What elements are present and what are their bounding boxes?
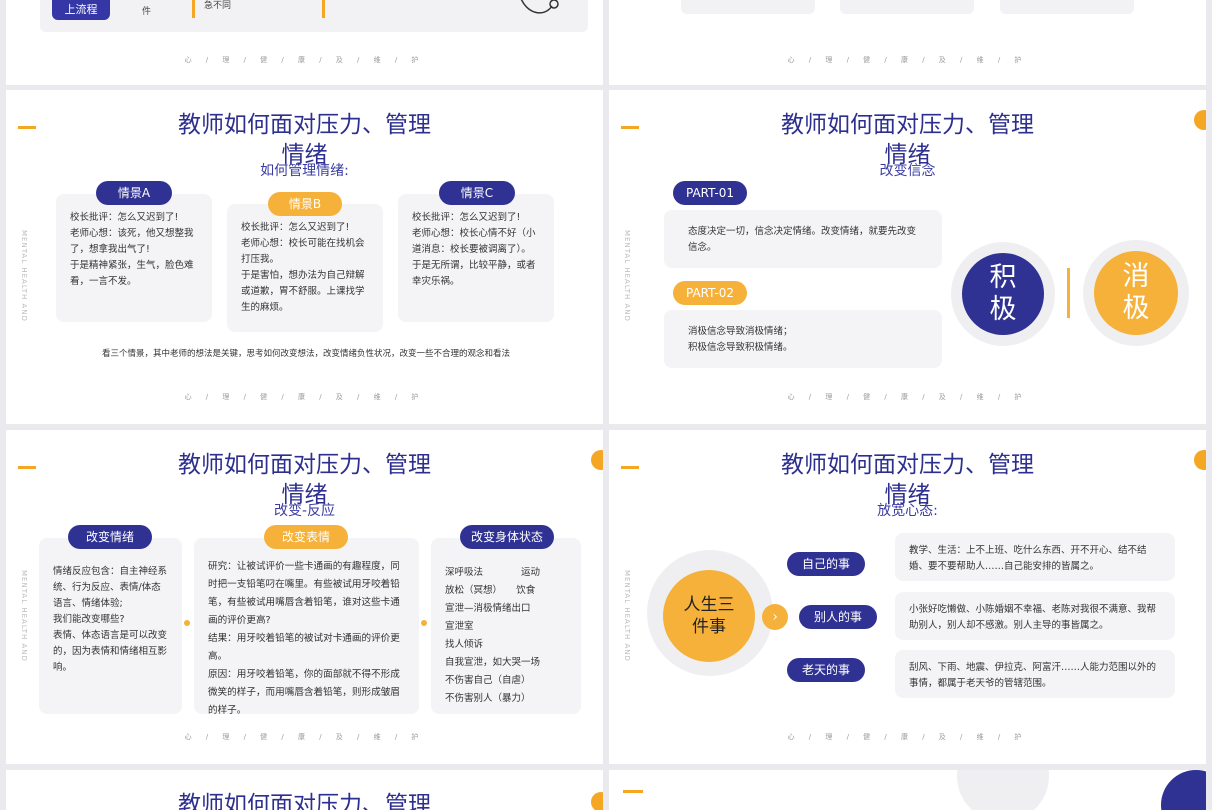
change-body-card: 深呼吸法 运动 放松（冥想） 饮食 宣泄—消极情绪出口 宣泄室 找人倾诉 自我宣… bbox=[431, 538, 581, 714]
top-card bbox=[1000, 0, 1134, 14]
others-affairs-pill: 别人的事 bbox=[799, 605, 877, 629]
slide-title: 教师如何面对压力、管理 bbox=[178, 792, 431, 810]
part-02-pill: PART-02 bbox=[673, 281, 747, 305]
part-02-card: 消极信念导致消极情绪； 积极信念导致积极情绪。 bbox=[664, 310, 942, 368]
slide-subtitle: 放宽心态: bbox=[877, 503, 938, 519]
slide-broaden-mind: 教师如何面对压力、管理 情绪 放宽心态: MENTAL HEALTH AND 人生… bbox=[609, 430, 1206, 764]
deco-bar bbox=[623, 790, 643, 793]
deco-circle bbox=[1161, 770, 1206, 810]
top-panel bbox=[40, 0, 588, 32]
watermark: MENTAL HEALTH AND bbox=[623, 230, 631, 322]
positive-circle: 积极 bbox=[962, 253, 1044, 335]
scenario-card-b: 校长批评：怎么又迟到了! 老师心想：校长可能在找机会打压我。 于是害怕，想办法为… bbox=[227, 204, 383, 332]
dot bbox=[421, 620, 427, 626]
change-expression-pill: 改变表情 bbox=[264, 525, 348, 549]
scenario-c-pill: 情景C bbox=[439, 181, 515, 205]
own-affairs-card: 教学、生活：上不上班、吃什么东西、开不开心、结不结婚、要不要帮助人……自己能安排… bbox=[895, 533, 1175, 581]
part-01-pill: PART-01 bbox=[673, 181, 747, 205]
dot bbox=[184, 620, 190, 626]
ring bbox=[957, 770, 1049, 810]
chevron-right-icon: › bbox=[762, 604, 788, 630]
divider bbox=[1067, 268, 1070, 318]
footer: 心 / 理 / 健 / 康 / 及 / 维 / 护 bbox=[184, 393, 425, 401]
life-three-things-circle: 人生三件事 bbox=[663, 570, 755, 662]
divider bbox=[322, 0, 325, 18]
heaven-affairs-pill: 老天的事 bbox=[787, 658, 865, 682]
watermark: MENTAL HEALTH AND bbox=[20, 230, 28, 322]
scenario-a-pill: 情景A bbox=[96, 181, 172, 205]
change-expression-card: 研究：让被试评价一些卡通画的有趣程度，同时把一支铅笔叼在嘴里。有些被试用牙咬着铅… bbox=[194, 538, 419, 716]
watermark: MENTAL HEALTH AND bbox=[623, 570, 631, 662]
divider bbox=[192, 0, 195, 18]
footer: 心 / 理 / 健 / 康 / 及 / 维 / 护 bbox=[787, 733, 1028, 741]
flow-button-label: 上流程 bbox=[64, 3, 98, 16]
scenario-b-pill: 情景B bbox=[268, 192, 342, 216]
scenario-card-a: 校长批评：怎么又迟到了! 老师心想：该死，他又想整我了，想拿我出气了! 于是精神… bbox=[56, 194, 212, 322]
negative-circle: 消极 bbox=[1094, 251, 1178, 335]
slide-subtitle: 改变-反应 bbox=[273, 503, 336, 519]
top-card bbox=[681, 0, 815, 14]
watermark: MENTAL HEALTH AND bbox=[20, 570, 28, 662]
top-card bbox=[840, 0, 974, 14]
change-emotion-card: 情绪反应包含：自主神经系统、行为反应、表情/体态语言、情绪体验; 我们能改变哪些… bbox=[39, 538, 182, 714]
slide-subtitle: 如何管理情绪: bbox=[260, 163, 349, 179]
heaven-affairs-card: 刮风、下雨、地震、伊拉克、阿富汗……人能力范围以外的事情，都属于老天爷的管辖范围… bbox=[895, 650, 1175, 698]
others-affairs-card: 小张好吃懒做、小陈婚姻不幸福、老陈对我很不满意、我帮助别人，别人却不感激。别人主… bbox=[895, 592, 1175, 640]
slide-top-right: 心 / 理 / 健 / 康 / 及 / 维 / 护 bbox=[609, 0, 1206, 85]
own-affairs-pill: 自己的事 bbox=[787, 552, 865, 576]
stethoscope-icon bbox=[520, 0, 559, 14]
footer: 心 / 理 / 健 / 康 / 及 / 维 / 护 bbox=[787, 56, 1028, 64]
slide-bottom-left: 教师如何面对压力、管理 bbox=[6, 770, 603, 810]
col-text: 件 bbox=[142, 7, 152, 17]
slide-change-reaction: 教师如何面对压力、管理 情绪 改变-反应 MENTAL HEALTH AND 情绪… bbox=[6, 430, 603, 764]
part-01-card: 态度决定一切，信念决定情绪。改变情绪，就要先改变信念。 bbox=[664, 210, 942, 268]
footer: 心 / 理 / 健 / 康 / 及 / 维 / 护 bbox=[184, 733, 425, 741]
slide-bottom-right bbox=[609, 770, 1206, 810]
scenario-card-c: 校长批评：怎么又迟到了! 老师心想：校长心情不好（小道消息：校长要被调离了）。 … bbox=[398, 194, 554, 322]
footer: 心 / 理 / 健 / 康 / 及 / 维 / 护 bbox=[184, 56, 425, 64]
caption: 看三个情景，其中老师的想法是关键，思考如何改变想法，改变情绪负性状况，改变一些不… bbox=[101, 349, 510, 359]
flow-button[interactable]: 上流程 bbox=[52, 0, 110, 20]
change-body-pill: 改变身体状态 bbox=[460, 525, 554, 549]
note-text: 急不同 bbox=[204, 1, 232, 11]
footer: 心 / 理 / 健 / 康 / 及 / 维 / 护 bbox=[787, 393, 1028, 401]
slide-manage-emotion: 教师如何面对压力、管理 情绪 如何管理情绪: MENTAL HEALTH AND … bbox=[6, 90, 603, 424]
slide-top-left: 上流程 件 急不同 心 / 理 / 健 / 康 / 及 / 维 / 护 bbox=[6, 0, 603, 85]
change-emotion-pill: 改变情绪 bbox=[68, 525, 152, 549]
slide-subtitle: 改变信念 bbox=[879, 163, 936, 179]
slide-change-belief: 教师如何面对压力、管理 情绪 改变信念 MENTAL HEALTH AND PAR… bbox=[609, 90, 1206, 424]
deco-dot bbox=[591, 792, 603, 810]
